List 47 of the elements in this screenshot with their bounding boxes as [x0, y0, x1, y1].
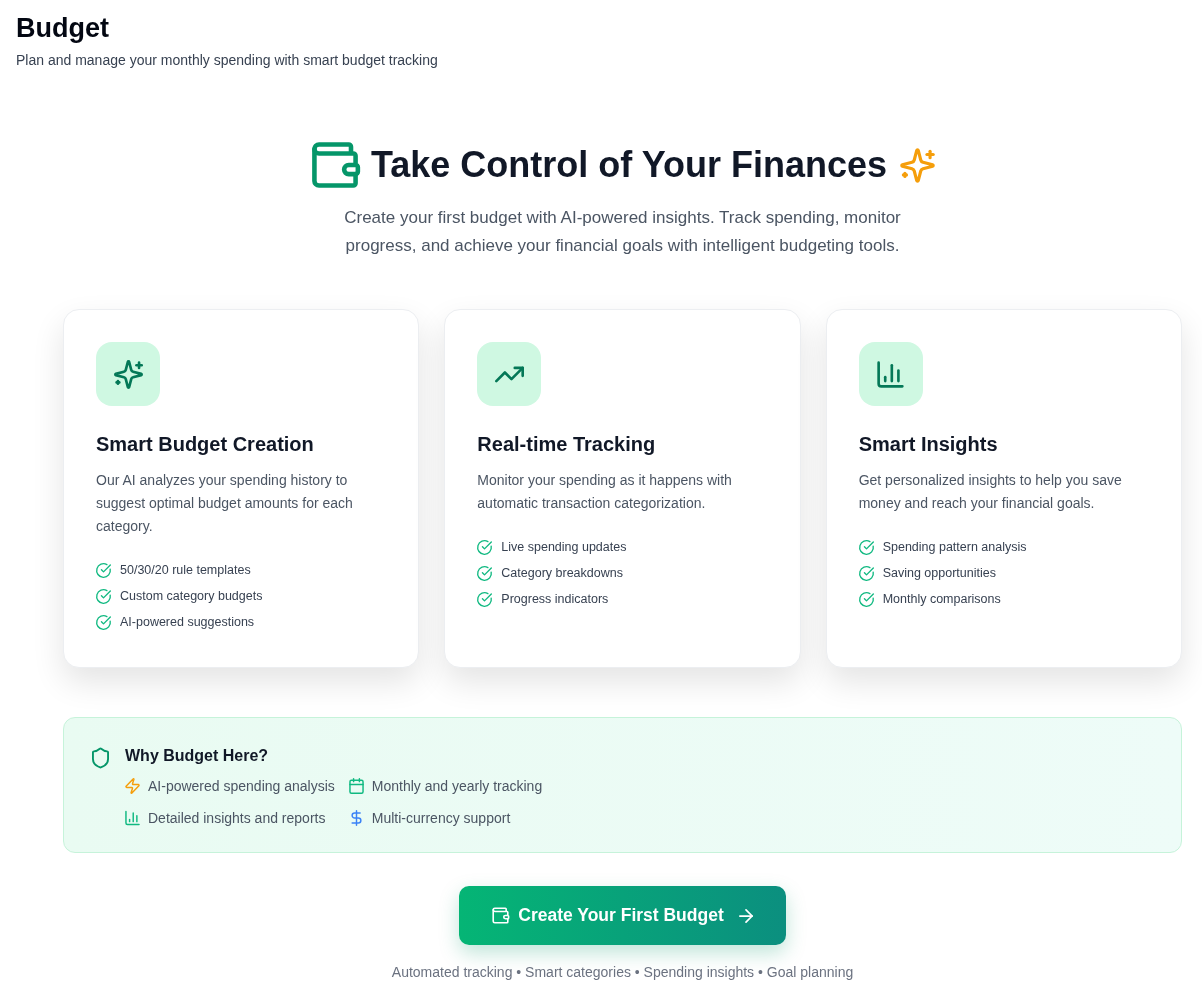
- benefit-text: Multi-currency support: [371, 810, 511, 826]
- benefit-text: Detailed insights and reports: [148, 810, 326, 826]
- card-description: Monitor your spending as it happens with automatic transaction categorization.: [477, 471, 733, 513]
- check-circle-icon: [858, 539, 874, 555]
- card-title: Smart Budget Creation: [96, 432, 315, 457]
- check-circle-icon: [96, 562, 111, 578]
- check-circle-icon: [477, 539, 493, 555]
- feature-text: 50/30/20 rule templates: [120, 563, 251, 577]
- check-circle-icon: [858, 565, 874, 581]
- lightning-icon: [125, 778, 140, 794]
- benefit-text: AI-powered spending analysis: [148, 778, 335, 794]
- check-circle-icon: [96, 588, 111, 604]
- calendar-icon: [348, 778, 364, 794]
- arrow-right-icon: [738, 908, 753, 923]
- page-subtitle: Plan and manage your monthly spending with smart budget tracking: [16, 51, 439, 70]
- card-title: Smart Insights: [858, 432, 999, 457]
- feature-text: Progress indicators: [501, 592, 609, 606]
- feature-text: Live spending updates: [501, 540, 627, 554]
- feature-text: Custom category budgets: [120, 589, 263, 603]
- footer-note: Automated tracking • Smart categories • Spending insights • Goal planning: [390, 963, 855, 982]
- why-title: Why Budget Here?: [125, 746, 270, 766]
- page-title: Budget: [16, 12, 110, 44]
- check-circle-icon: [477, 591, 493, 607]
- bar-chart-icon: [125, 810, 140, 826]
- check-circle-icon: [477, 565, 493, 581]
- wallet-icon: [310, 141, 359, 189]
- feature-text: AI-powered suggestions: [120, 615, 255, 629]
- card-title: Real-time Tracking: [477, 432, 657, 457]
- bar-chart-icon: [858, 342, 923, 406]
- sparkle-icon: [901, 148, 935, 182]
- feature-text: Spending pattern analysis: [882, 540, 1027, 554]
- feature-text: Monthly comparisons: [882, 592, 1001, 606]
- check-circle-icon: [858, 591, 874, 607]
- benefit-text: Monthly and yearly tracking: [371, 778, 543, 794]
- check-circle-icon: [96, 614, 111, 630]
- dollar-icon: [348, 810, 364, 826]
- card-description: Get personalized insights to help you save money and reach your financial goals.: [858, 471, 1123, 513]
- sparkle-icon: [96, 342, 160, 406]
- trend-up-icon: [477, 342, 542, 406]
- card-description: Our AI analyzes your spending history to suggest optimal budget amounts for each category.: [96, 471, 354, 536]
- wallet-icon: [492, 907, 510, 924]
- feature-text: Category breakdowns: [501, 566, 623, 580]
- feature-text: Saving opportunities: [882, 566, 996, 580]
- create-budget-button[interactable]: Create Your First Budget: [459, 886, 786, 945]
- hero-title: Take Control of Your Finances: [370, 143, 888, 187]
- hero-description: Create your first budget with AI-powered insights. Track spending, monitor progress, and achieve your financial goals with intelligent budgeting tools.: [343, 207, 902, 257]
- shield-icon: [92, 747, 109, 769]
